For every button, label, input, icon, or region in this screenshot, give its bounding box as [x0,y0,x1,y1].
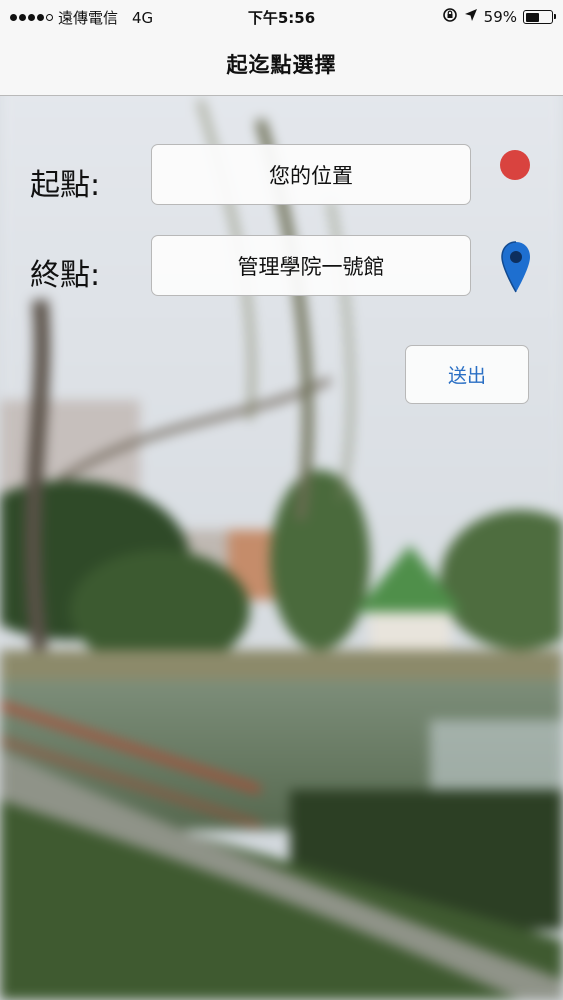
signal-dot-empty [46,14,53,21]
battery-percent: 59% [483,8,517,26]
red-dot-icon[interactable] [500,150,530,180]
start-field[interactable]: 您的位置 [151,144,471,205]
signal-dot [10,14,17,21]
signal-dot [37,14,44,21]
carrier-name: 遠傳電信 [58,9,119,27]
signal-dot [19,14,26,21]
status-left: 遠傳電信 4G [10,7,153,28]
battery-fill [525,12,540,22]
battery-icon [523,10,556,24]
map-pin-icon[interactable] [500,240,532,294]
start-label: 起點: [30,168,101,203]
status-right: 59% [442,7,556,27]
submit-button[interactable]: 送出 [405,345,529,404]
status-bar: 遠傳電信 4G 下午5:56 59% [0,0,563,32]
rotation-lock-icon [442,7,458,27]
page-title: 起迄點選擇 [226,52,337,77]
navigation-bar: 起迄點選擇 [0,32,563,96]
end-label: 終點: [30,258,101,293]
end-field[interactable]: 管理學院一號館 [151,235,471,296]
signal-strength-icon [10,14,53,21]
signal-dot [28,14,35,21]
network-type: 4G [132,8,154,27]
location-arrow-icon [464,8,478,26]
